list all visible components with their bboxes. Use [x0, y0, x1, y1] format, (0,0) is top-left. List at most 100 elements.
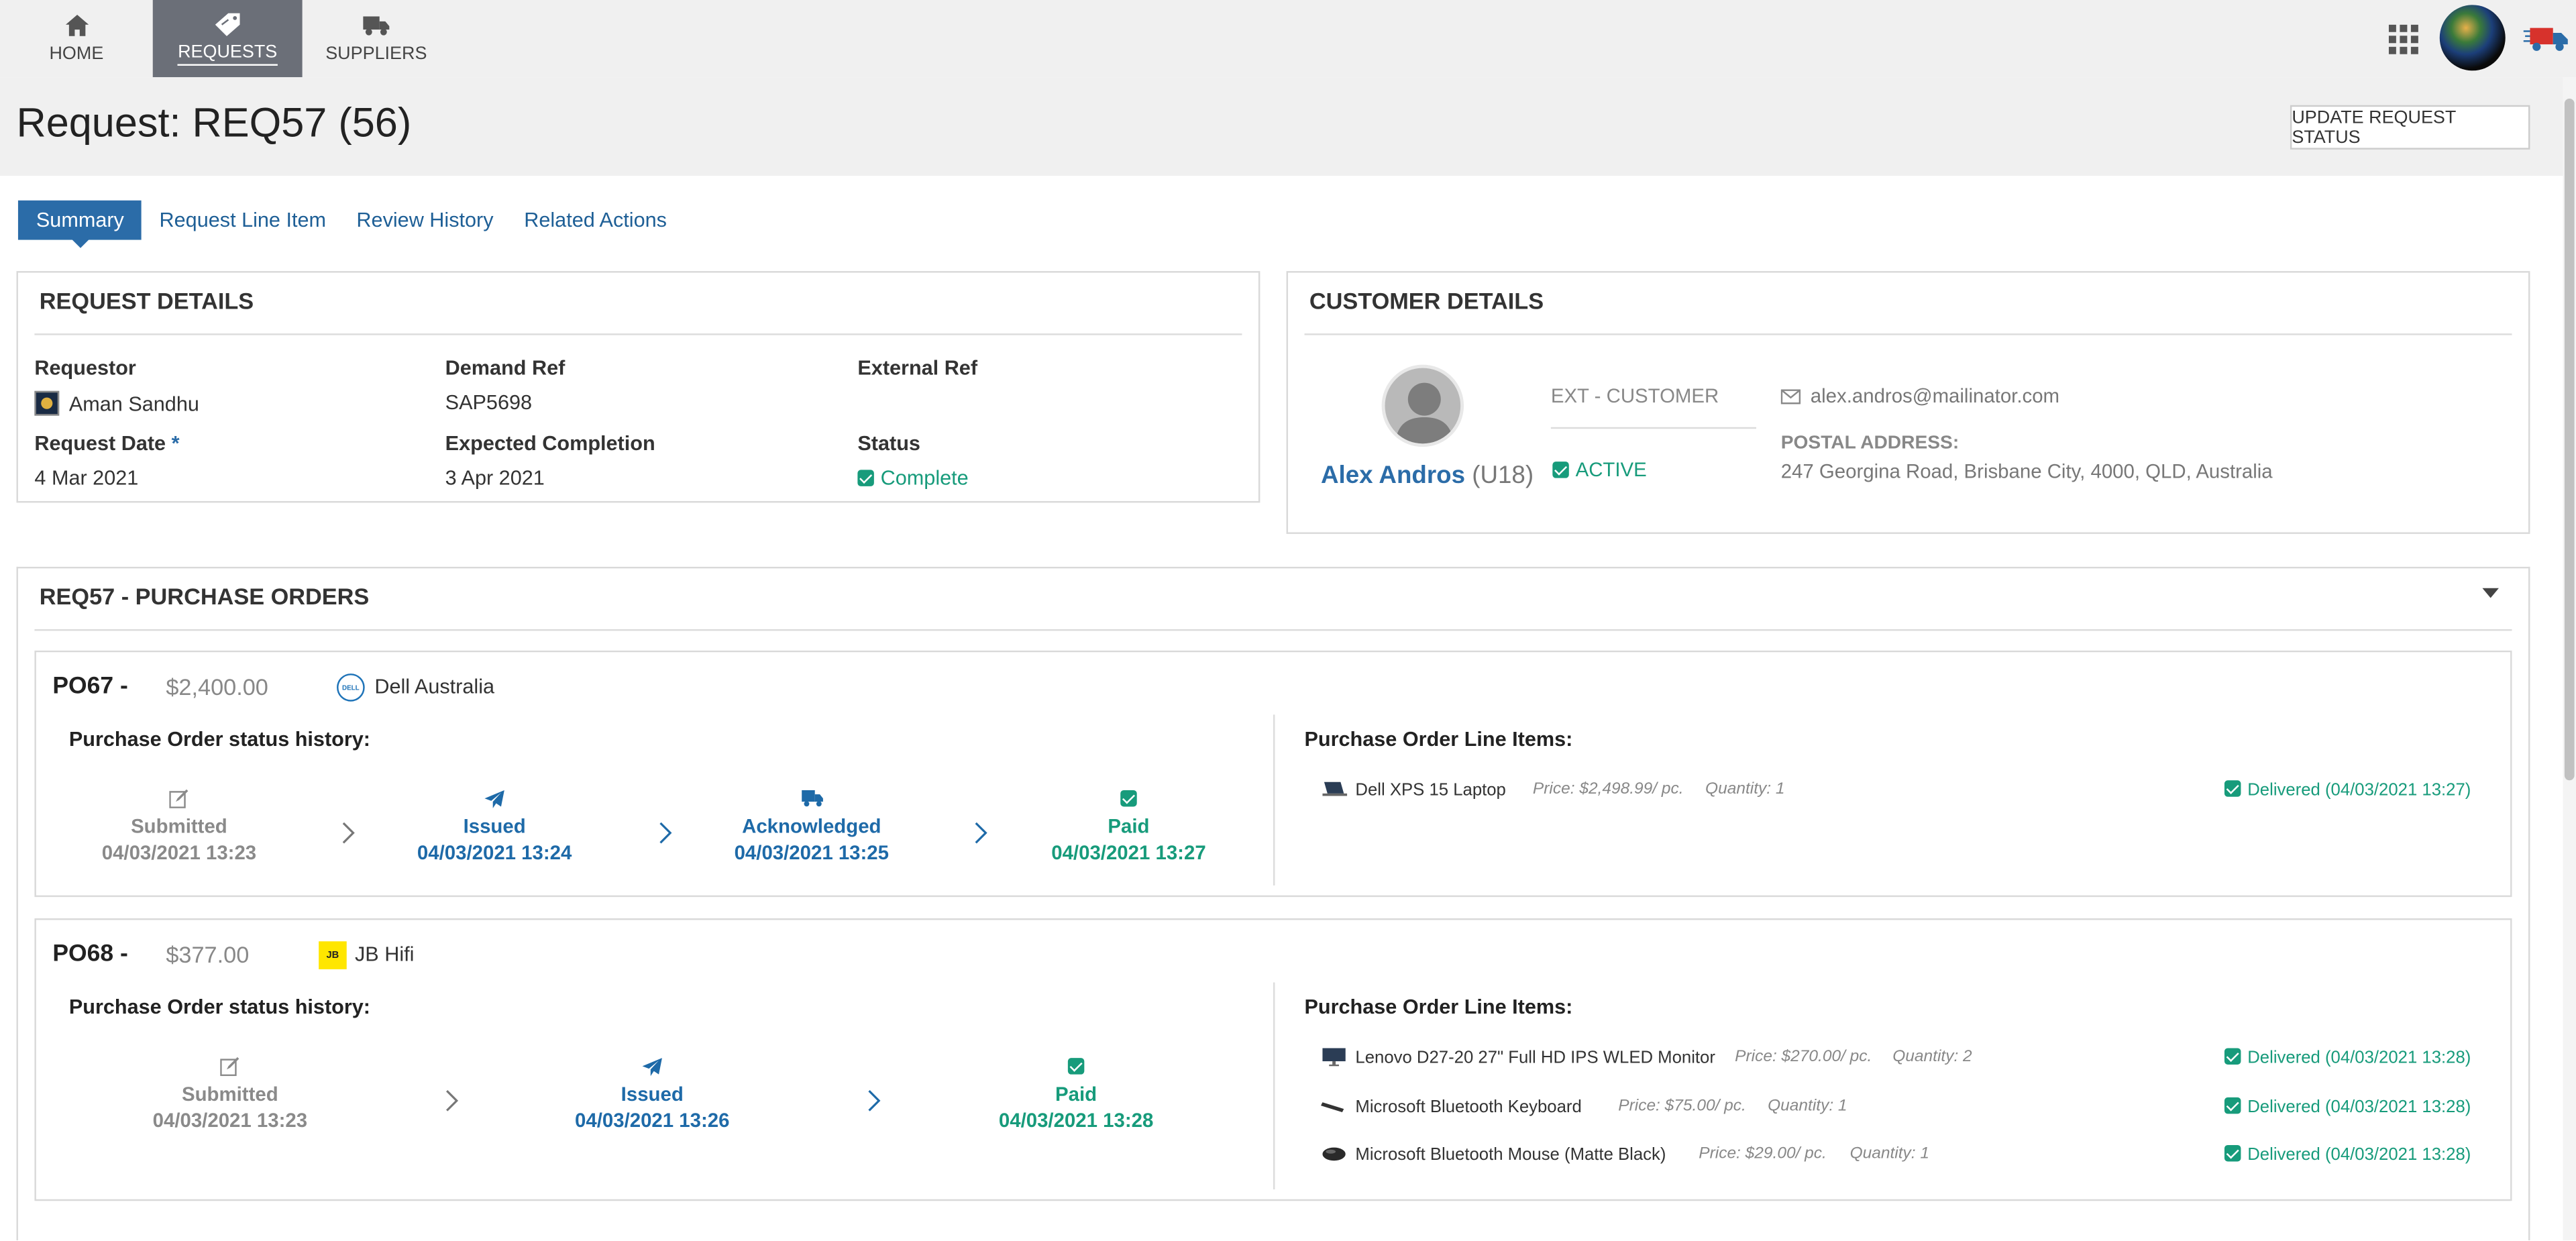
paper-plane-icon [521, 1055, 784, 1077]
tab-related-actions[interactable]: Related Actions [524, 201, 667, 240]
nav-suppliers[interactable]: SUPPLIERS [303, 0, 450, 77]
check-icon [1552, 462, 1569, 478]
customer-name[interactable]: Alex Andros (U18) [1321, 462, 1534, 490]
line-item-name[interactable]: Microsoft Bluetooth Mouse (Matte Black) [1355, 1145, 1666, 1165]
divider [1550, 427, 1756, 429]
status-step-paid: Paid 04/03/2021 13:27 [998, 787, 1260, 866]
customer-active-badge: ACTIVE [1552, 458, 1647, 482]
required-marker: * [171, 432, 180, 455]
po-amount: $377.00 [166, 941, 250, 968]
line-item-status-text: Delivered (04/03/2021 13:27) [2247, 780, 2471, 800]
po-number[interactable]: PO67 - [52, 673, 128, 700]
tab-summary[interactable]: Summary [17, 200, 142, 248]
status-step-issued: Issued 04/03/2021 13:24 [363, 787, 626, 866]
check-icon [2224, 780, 2241, 797]
check-square-icon [945, 1055, 1208, 1077]
check-icon [857, 470, 874, 486]
line-item-status-text: Delivered (04/03/2021 13:28) [2247, 1097, 2471, 1118]
mouse-icon [1322, 1147, 1346, 1161]
status-text: Complete [880, 466, 969, 490]
customer-name-text: Alex Andros [1320, 462, 1466, 490]
step-date: 04/03/2021 13:25 [734, 841, 890, 865]
check-icon [2224, 1097, 2241, 1114]
top-nav: HOME REQUESTS SUPPLIERS [0, 0, 2576, 78]
check-square-icon [998, 787, 1260, 810]
purchase-orders-title: REQ57 - PURCHASE ORDERS [39, 583, 370, 610]
keyboard-icon [1320, 1102, 1344, 1112]
status-history-title: Purchase Order status history: [68, 727, 371, 751]
chevron-right-icon [659, 822, 672, 844]
chevron-right-icon [975, 822, 987, 844]
line-item-name[interactable]: Dell XPS 15 Laptop [1355, 780, 1505, 800]
line-item-status-text: Delivered (04/03/2021 13:28) [2247, 1144, 2471, 1165]
line-item-price: Price: $270.00/ pc. [1735, 1048, 1872, 1067]
line-item-price: Price: $2,498.99/ pc. [1532, 780, 1684, 799]
status-step-submitted: Submitted 04/03/2021 13:23 [48, 787, 311, 866]
line-item-name[interactable]: Microsoft Bluetooth Keyboard [1355, 1097, 1581, 1117]
line-items-title: Purchase Order Line Items: [1304, 995, 1573, 1019]
apps-grid-icon[interactable] [2388, 24, 2418, 54]
customer-active-text: ACTIVE [1575, 458, 1647, 482]
scrollbar-thumb[interactable] [2564, 98, 2575, 781]
step-name: Issued [463, 814, 526, 838]
po-number[interactable]: PO68 - [52, 941, 128, 967]
line-item-quantity: Quantity: 1 [1705, 780, 1785, 799]
nav-home[interactable]: HOME [0, 0, 153, 77]
tab-review-history[interactable]: Review History [356, 201, 493, 240]
chevron-right-icon [446, 1090, 459, 1112]
envelope-icon [1780, 388, 1801, 404]
line-item-status-text: Delivered (04/03/2021 13:28) [2247, 1048, 2471, 1068]
nav-requests-label: REQUESTS [178, 42, 278, 65]
app-root: HOME REQUESTS SUPPLIERS Request: REQ57 (… [0, 0, 2576, 1240]
check-icon [2224, 1144, 2241, 1162]
chevron-right-icon [868, 1090, 881, 1112]
divider [1304, 333, 2512, 335]
requestor-label: Requestor [34, 356, 136, 380]
divider [34, 333, 1242, 335]
customer-details-title: CUSTOMER DETAILS [1309, 287, 1544, 314]
divider [34, 629, 2512, 631]
status-step-acknowledged: Acknowledged 04/03/2021 13:25 [680, 787, 943, 866]
update-request-status-button[interactable]: UPDATE REQUEST STATUS [2290, 105, 2530, 150]
postal-address-label: POSTAL ADDRESS: [1780, 433, 1960, 453]
user-avatar[interactable] [2439, 5, 2506, 71]
line-item-name[interactable]: Lenovo D27-20 27" Full HD IPS WLED Monit… [1355, 1048, 1715, 1067]
request-date-label: Request Date * [34, 432, 179, 455]
line-item-quantity: Quantity: 2 [1892, 1048, 1972, 1067]
postal-address-value: 247 Georgina Road, Brisbane City, 4000, … [1780, 460, 2273, 484]
truck-icon [680, 787, 943, 810]
expected-completion-label: Expected Completion [445, 432, 655, 455]
paper-plane-icon [363, 787, 626, 810]
edit-icon [48, 787, 311, 810]
requestor-value[interactable]: Aman Sandhu [34, 390, 199, 416]
chevron-right-icon [342, 822, 355, 844]
line-item-quantity: Quantity: 1 [1768, 1097, 1847, 1116]
nav-suppliers-label: SUPPLIERS [325, 43, 427, 64]
status-history-title: Purchase Order status history: [68, 995, 371, 1019]
status-step-submitted: Submitted 04/03/2021 13:23 [99, 1055, 362, 1134]
customer-email-text: alex.andros@mailinator.com [1810, 384, 2060, 408]
step-date: 04/03/2021 13:23 [152, 1109, 308, 1132]
home-icon [63, 14, 89, 37]
status-step-paid: Paid 04/03/2021 13:28 [945, 1055, 1208, 1134]
step-name: Submitted [131, 814, 227, 838]
po-supplier[interactable]: Dell Australia [374, 676, 494, 698]
demand-ref-label: Demand Ref [445, 356, 566, 380]
demand-ref-value: SAP5698 [445, 390, 533, 415]
customer-email[interactable]: alex.andros@mailinator.com [1780, 384, 2060, 408]
request-date-value: 4 Mar 2021 [34, 466, 139, 490]
external-ref-label: External Ref [857, 356, 978, 380]
tab-request-line-item[interactable]: Request Line Item [160, 201, 326, 240]
nav-requests[interactable]: REQUESTS [152, 0, 303, 78]
step-name: Acknowledged [742, 814, 881, 838]
dell-logo-icon: DELL [337, 673, 365, 702]
po-supplier[interactable]: JB Hifi [355, 943, 414, 966]
caret-down-icon[interactable] [2482, 588, 2499, 598]
brand-truck-icon[interactable] [2523, 19, 2570, 56]
step-date: 04/03/2021 13:26 [575, 1109, 730, 1132]
line-item-status: Delivered (04/03/2021 13:28) [2224, 1048, 2471, 1068]
truck-icon [363, 14, 390, 37]
tag-icon [215, 12, 241, 36]
laptop-icon [1322, 781, 1348, 796]
line-item-status: Delivered (04/03/2021 13:27) [2224, 780, 2471, 800]
